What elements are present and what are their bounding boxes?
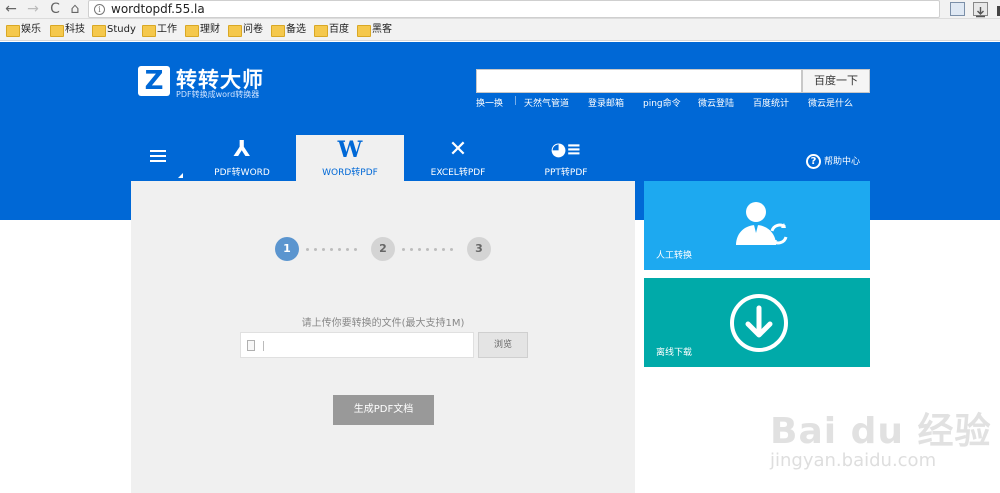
step-2-indicator: 2: [371, 237, 395, 261]
step-progress-dots: [402, 248, 458, 251]
bookmark-folder[interactable]: 问卷: [228, 23, 263, 37]
logo-icon[interactable]: Z: [138, 66, 170, 96]
back-arrow-icon[interactable]: ←: [2, 0, 20, 19]
home-icon[interactable]: ⌂: [66, 0, 84, 19]
pdf-icon: ⅄: [233, 137, 251, 162]
help-center-link[interactable]: ? 帮助中心: [806, 154, 860, 169]
conversion-panel: 1 2 3 请上传你要转换的文件(最大支持1M) 浏览 生成PDF文档: [131, 181, 635, 493]
help-label: 帮助中心: [824, 157, 861, 167]
manual-conversion-label: 人工转换: [656, 251, 693, 261]
baidu-jingyan-watermark: Bai du 经验: [770, 411, 992, 452]
tab-label: EXCEL转PDF: [430, 168, 486, 178]
tab-excel-to-pdf[interactable]: ✕ EXCEL转PDF: [404, 135, 512, 181]
browser-address-bar: ← → C ⌂ i wordtopdf.55.la ☆: [0, 0, 1000, 19]
quick-link-separator: |: [514, 96, 518, 106]
quick-link-refresh[interactable]: 换一换: [476, 96, 503, 109]
text-cursor: [263, 341, 264, 351]
file-path-field[interactable]: [240, 332, 474, 358]
download-arrow-icon: [730, 294, 788, 352]
url-field[interactable]: i wordtopdf.55.la ☆: [88, 0, 1000, 18]
quick-link[interactable]: ping命令: [643, 96, 681, 109]
bookmark-folder[interactable]: 娱乐: [6, 23, 41, 37]
bookmark-folder[interactable]: 备选: [271, 23, 306, 37]
word-icon: W: [337, 137, 363, 163]
question-icon: ?: [806, 154, 821, 169]
tab-label: PPT转PDF: [544, 168, 588, 178]
reload-icon[interactable]: C: [46, 0, 64, 19]
bookmark-folder[interactable]: Study: [92, 23, 136, 37]
tab-ppt-to-pdf[interactable]: ◕≡ PPT转PDF: [512, 135, 620, 181]
tab-label: PDF转WORD: [214, 168, 270, 178]
tab-pdf-to-word[interactable]: ⅄ PDF转WORD: [188, 135, 296, 181]
ppt-icon: ◕≡: [550, 139, 582, 160]
search-input[interactable]: [476, 69, 802, 93]
hamburger-menu-icon[interactable]: [150, 150, 166, 162]
quick-link[interactable]: 微云是什么: [808, 96, 853, 109]
bookmark-folder[interactable]: 百度: [314, 23, 349, 37]
download-extension-icon[interactable]: [973, 2, 988, 18]
tab-word-to-pdf[interactable]: W WORD转PDF: [296, 135, 404, 181]
extension-blocked-icon[interactable]: [995, 3, 1000, 17]
extension-icon[interactable]: [950, 2, 965, 16]
offline-download-tile[interactable]: 离线下载: [644, 278, 870, 367]
step-1-indicator: 1: [275, 237, 299, 261]
bookmark-folder[interactable]: 工作: [142, 23, 177, 37]
browse-button[interactable]: 浏览: [478, 332, 528, 358]
quick-link[interactable]: 微云登陆: [698, 96, 734, 109]
document-icon: [247, 340, 255, 351]
customer-service-icon: [736, 202, 788, 245]
excel-icon: ✕: [448, 137, 468, 162]
quick-link[interactable]: 登录邮箱: [588, 96, 624, 109]
info-icon[interactable]: i: [94, 4, 105, 15]
bookmark-folder[interactable]: 理财: [185, 23, 220, 37]
manual-conversion-tile[interactable]: 人工转换: [644, 181, 870, 270]
search-button[interactable]: 百度一下: [802, 69, 870, 93]
quick-link[interactable]: 百度统计: [753, 96, 789, 109]
watermark-url: jingyan.baidu.com: [770, 450, 937, 471]
quick-link[interactable]: 天然气管道: [524, 96, 569, 109]
generate-pdf-button[interactable]: 生成PDF文档: [333, 395, 434, 425]
bookmark-folder[interactable]: 黑客: [357, 23, 392, 37]
site-subtitle: PDF转换成word转换器: [176, 90, 260, 99]
step-progress-dots: [306, 248, 362, 251]
offline-download-label: 离线下载: [656, 348, 693, 358]
step-3-indicator: 3: [467, 237, 491, 261]
tab-label: WORD转PDF: [322, 168, 378, 178]
bookmark-folder[interactable]: 科技: [50, 23, 85, 37]
url-text: wordtopdf.55.la: [111, 2, 205, 16]
upload-hint: 请上传你要转换的文件(最大支持1M): [301, 318, 465, 329]
menu-corner-decoration: [178, 173, 183, 178]
bookmarks-bar: 娱乐 科技 Study 工作 理财 问卷 备选 百度 黑客: [0, 19, 1000, 41]
forward-arrow-icon[interactable]: →: [24, 0, 42, 19]
